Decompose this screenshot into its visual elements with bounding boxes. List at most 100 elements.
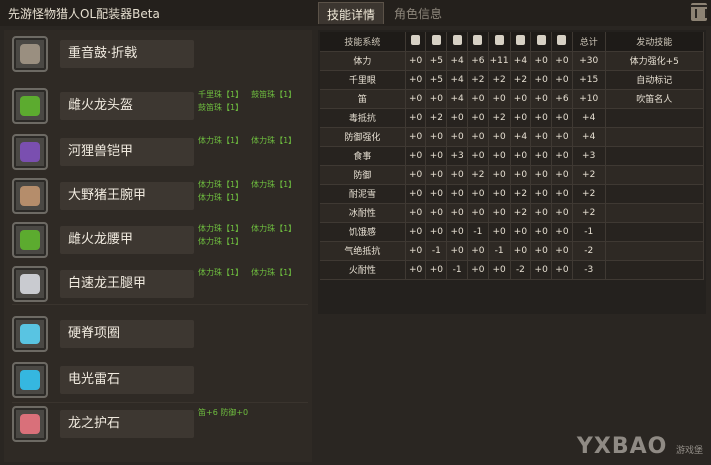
skill-point: +0 [488, 203, 511, 223]
skill-point: +0 [510, 165, 532, 185]
skill-point: +0 [425, 203, 448, 223]
skill-point: +0 [510, 222, 532, 242]
skill-point: +2 [467, 70, 489, 90]
skill-point: +0 [446, 127, 468, 147]
skill-name: 体力 [320, 51, 406, 71]
skill-total: -3 [572, 260, 606, 280]
watermark: YXBAO 游戏堡 [577, 434, 703, 459]
skill-point: +0 [446, 241, 468, 261]
skill-point: +0 [425, 127, 448, 147]
skill-name: 冰耐性 [320, 203, 406, 223]
skill-point: +0 [530, 165, 553, 185]
skill-point: +0 [467, 108, 489, 128]
decoration-item[interactable]: 体力珠【1】 [251, 222, 296, 235]
table-row: 毒抵抗 +0 +2 +0 +0 +2 +0 +0 +0 +4 [320, 108, 705, 128]
skill-point: +2 [510, 70, 532, 90]
equipment-name[interactable]: 大野猪王腕甲 [60, 182, 194, 210]
equipment-slot[interactable]: 电光雷石 [8, 362, 308, 402]
charm-icon [557, 34, 567, 45]
skill-point: +2 [425, 108, 448, 128]
tab-character-info[interactable]: 角色信息 [386, 2, 450, 24]
skill-name: 毒抵抗 [320, 108, 406, 128]
equipment-name[interactable]: 河狸兽铠甲 [60, 138, 194, 166]
gem-icon[interactable] [12, 362, 48, 398]
skill-point: +0 [551, 146, 573, 166]
equipment-name[interactable]: 白速龙王腿甲 [60, 270, 194, 298]
skill-point: +0 [467, 241, 489, 261]
decoration-item[interactable]: 体力珠【1】 [198, 222, 243, 235]
skill-point: +0 [446, 165, 468, 185]
equipment-name[interactable]: 雌火龙腰甲 [60, 226, 194, 254]
gauntlet-icon[interactable] [12, 178, 48, 214]
equipment-name[interactable]: 电光雷石 [60, 366, 194, 394]
skill-total: +30 [572, 51, 606, 71]
skill-point: +0 [488, 89, 511, 109]
skill-name: 防御强化 [320, 127, 406, 147]
skill-point: +0 [551, 260, 573, 280]
decoration-item[interactable]: 鼓笛珠【1】 [251, 88, 296, 101]
equipment-slot[interactable]: 大野猪王腕甲 体力珠【1】 体力珠【1】体力珠【1】 [8, 178, 308, 218]
active-skill: 体力强化+5 [605, 51, 705, 71]
active-skill: 自动标记 [605, 70, 705, 90]
decoration-item[interactable]: 千里珠【1】 [198, 88, 243, 101]
skill-point: +0 [530, 146, 553, 166]
skill-point: +11 [488, 51, 511, 71]
equipment-slot[interactable]: 龙之护石 笛+6 防御+0 [8, 406, 308, 446]
equipment-name[interactable]: 雌火龙头盔 [60, 92, 194, 120]
helm-icon[interactable] [12, 88, 48, 124]
decoration-item[interactable]: 鼓笛珠【1】 [198, 101, 243, 114]
skill-point: +0 [551, 241, 573, 261]
equipment-slot[interactable]: 雌火龙腰甲 体力珠【1】 体力珠【1】体力珠【1】 [8, 222, 308, 262]
tab-skill-details[interactable]: 技能详情 [318, 2, 385, 24]
trash-icon[interactable] [690, 3, 708, 21]
skill-name: 饥饿感 [320, 222, 406, 242]
equipment-slot[interactable]: 河狸兽铠甲 体力珠【1】 体力珠【1】 [8, 134, 308, 174]
chest-armor-icon[interactable] [12, 134, 48, 170]
decoration-item[interactable]: 体力珠【1】 [198, 235, 243, 248]
equipment-slot[interactable]: 硬脊项圈 [8, 316, 308, 356]
active-skill [605, 146, 705, 166]
decoration-item[interactable]: 体力珠【1】 [251, 266, 296, 279]
skill-total: -2 [572, 241, 606, 261]
decoration-item[interactable]: 体力珠【1】 [198, 178, 243, 191]
skill-point: +2 [510, 184, 532, 204]
necklace-icon[interactable] [12, 316, 48, 352]
skill-point: +0 [425, 146, 448, 166]
decoration-item[interactable]: 体力珠【1】 [198, 266, 243, 279]
decoration-item[interactable]: 体力珠【1】 [198, 134, 243, 147]
decoration-list: 体力珠【1】 体力珠【1】体力珠【1】 [198, 178, 308, 204]
header-total: 总计 [572, 32, 606, 52]
weapon-drum-icon[interactable] [12, 36, 48, 72]
watermark-sub: 游戏堡 [675, 446, 703, 456]
decoration-item[interactable]: 体力珠【1】 [251, 178, 296, 191]
decoration-item[interactable]: 体力珠【1】 [251, 134, 296, 147]
skill-point: +0 [551, 165, 573, 185]
waist-icon [494, 34, 504, 45]
charm-icon[interactable] [12, 406, 48, 442]
equipment-glyph [20, 324, 40, 344]
skill-point: +0 [467, 203, 489, 223]
equipment-slot[interactable]: 重音鼓·折戟 [8, 36, 308, 76]
waist-armor-icon[interactable] [12, 222, 48, 258]
header-part-column [425, 32, 448, 52]
table-row: 饥饿感 +0 +0 +0 -1 +0 +0 +0 +0 -1 [320, 222, 705, 242]
decoration-item[interactable]: 体力珠【1】 [198, 191, 243, 204]
equipment-name[interactable]: 龙之护石 [60, 410, 194, 438]
equipment-slot[interactable]: 白速龙王腿甲 体力珠【1】 体力珠【1】 [8, 266, 308, 306]
skill-total: +2 [572, 165, 606, 185]
skill-point: +0 [510, 146, 532, 166]
skill-point: +0 [510, 89, 532, 109]
header-part-column [530, 32, 553, 52]
equipment-name[interactable]: 重音鼓·折戟 [60, 40, 194, 68]
equipment-slot[interactable]: 雌火龙头盔 千里珠【1】 鼓笛珠【1】鼓笛珠【1】 [8, 88, 308, 128]
equipment-name[interactable]: 硬脊项圈 [60, 320, 194, 348]
skill-point: +0 [551, 51, 573, 71]
skill-point: +0 [530, 222, 553, 242]
decoration-list: 千里珠【1】 鼓笛珠【1】鼓笛珠【1】 [198, 88, 308, 114]
skill-total: +2 [572, 203, 606, 223]
skill-total: +2 [572, 184, 606, 204]
header-part-column [467, 32, 489, 52]
leg-armor-icon[interactable] [12, 266, 48, 302]
skill-point: +0 [530, 127, 553, 147]
decoration-item[interactable]: 笛+6 防御+0 [198, 406, 248, 419]
